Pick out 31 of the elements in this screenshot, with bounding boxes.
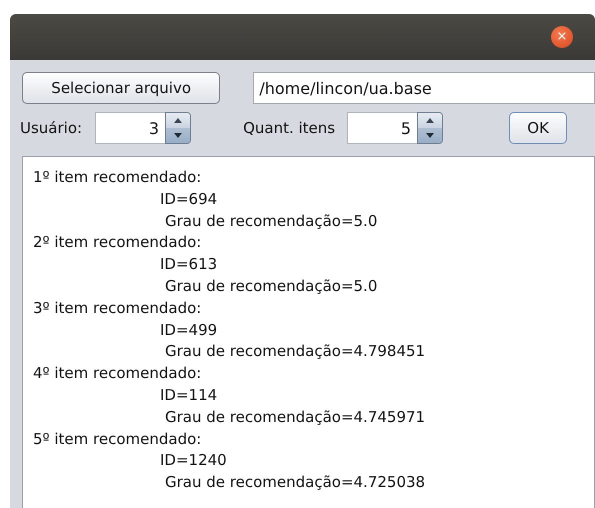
quantity-label: Quant. itens [243,119,336,137]
up-arrow-icon [426,118,434,123]
number-field[interactable]: 3 [95,112,166,144]
down-arrow-icon [426,133,434,138]
result-text: ID=499 [159,320,218,341]
increment-button[interactable] [418,113,442,128]
result-text: ID=1240 [159,450,228,472]
result-text: 2º item recomendado: [33,232,202,254]
results-text-area[interactable] [22,156,595,508]
result-text: ID=114 [159,384,218,406]
decrement-button[interactable] [166,128,190,143]
result-text: 3º item recomendado: [33,298,202,319]
result-text: ID=694 [159,188,218,210]
result-text: 5º item recomendado: [33,428,202,450]
result-text: ID=613 [159,254,218,276]
ok-button[interactable]: OK [509,112,568,144]
user-label: Usuário: [20,119,82,137]
increment-button[interactable] [166,113,190,128]
down-arrow-icon [174,133,182,138]
number-field[interactable]: 5 [347,112,418,144]
result-text: Grau de recomendação=4.725038 [164,472,426,494]
result-text: Grau de recomendação=5.0 [164,210,378,232]
result-text: Grau de recomendação=4.798451 [164,341,426,362]
result-text: Grau de recomendação=4.745971 [164,406,426,428]
decrement-button[interactable] [418,128,442,143]
result-text: 1º item recomendado: [33,167,202,188]
file-path-field[interactable]: /home/lincon/ua.base [253,72,595,104]
select-file-button[interactable]: Selecionar arquivo [22,72,220,104]
result-text: Grau de recomendação=5.0 [164,276,378,297]
up-arrow-icon [174,118,182,123]
result-text: 4º item recomendado: [33,363,202,384]
